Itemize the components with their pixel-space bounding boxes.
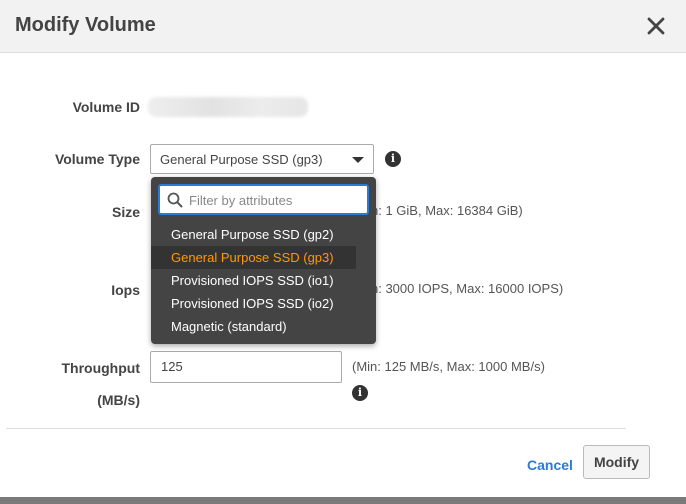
iops-hint: n: 3000 IOPS, Max: 16000 IOPS) (371, 281, 564, 296)
modal-title: Modify Volume (15, 14, 156, 36)
volume-type-selected-value: General Purpose SSD (gp3) (160, 152, 323, 167)
option-gp2[interactable]: General Purpose SSD (gp2) (151, 223, 356, 246)
filter-box[interactable] (158, 184, 369, 215)
option-io2[interactable]: Provisioned IOPS SSD (io2) (151, 292, 356, 315)
throughput-hint: (Min: 125 MB/s, Max: 1000 MB/s) (352, 359, 545, 374)
throughput-unit-label: (MB/s) (97, 392, 140, 408)
filter-input[interactable] (189, 190, 364, 210)
size-label: Size (111, 204, 140, 220)
option-io1[interactable]: Provisioned IOPS SSD (io1) (151, 269, 356, 292)
cancel-button[interactable]: Cancel (527, 457, 573, 473)
size-hint: n: 1 GiB, Max: 16384 GiB) (371, 203, 523, 218)
volume-type-dropdown: General Purpose SSD (gp2) General Purpos… (151, 177, 376, 344)
option-standard[interactable]: Magnetic (standard) (151, 315, 356, 338)
modify-button[interactable]: Modify (583, 445, 650, 479)
volume-type-select[interactable]: General Purpose SSD (gp3) (150, 144, 374, 174)
volume-type-label: Volume Type (54, 151, 140, 167)
volume-id-value-redacted (148, 97, 308, 117)
option-gp3[interactable]: General Purpose SSD (gp3) (151, 246, 356, 269)
chevron-down-icon (352, 157, 364, 163)
close-icon[interactable] (644, 14, 668, 38)
search-icon (167, 192, 183, 208)
modal-header: Modify Volume (0, 0, 686, 53)
volume-id-label: Volume ID (72, 99, 140, 115)
info-icon[interactable]: i (385, 151, 401, 167)
info-icon[interactable]: i (352, 385, 368, 401)
throughput-label: Throughput (61, 360, 140, 376)
throughput-input[interactable]: 125 (150, 351, 342, 383)
iops-label: Iops (111, 282, 140, 298)
bottom-edge (0, 497, 686, 504)
footer-divider (6, 428, 626, 429)
